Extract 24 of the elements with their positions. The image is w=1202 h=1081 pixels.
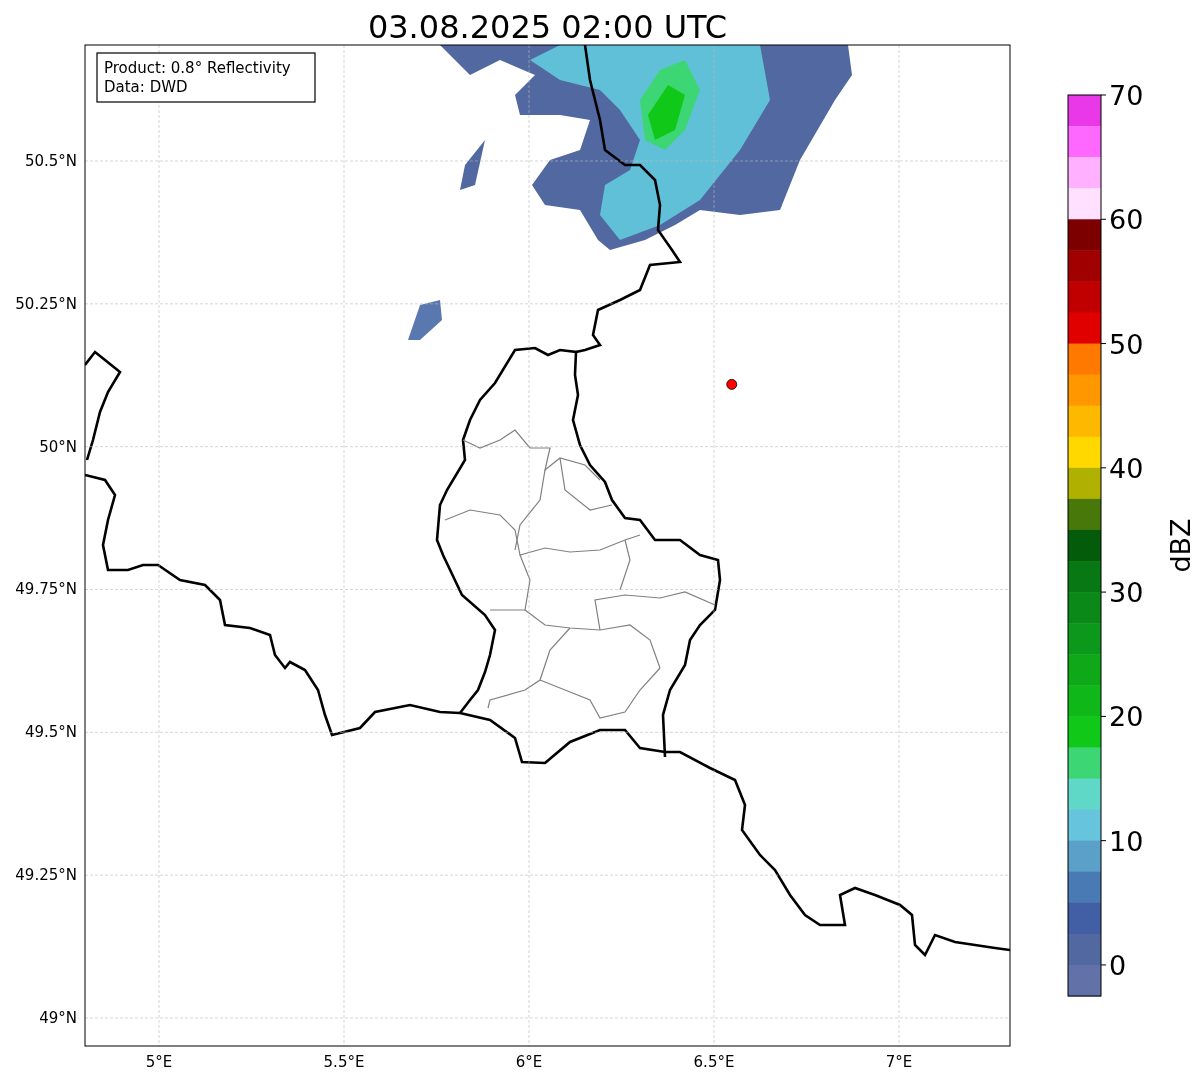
axis-tick-label: 50.5°N — [24, 152, 77, 170]
axis-tick-label: 50°N — [39, 437, 77, 456]
colorbar-tick-label: 30 — [1109, 577, 1144, 609]
colorbar-tick-label: 70 — [1109, 80, 1144, 111]
info-text: Data: DWD — [104, 78, 188, 96]
axis-tick-label: 5.5°E — [323, 1053, 365, 1071]
chart-title: 03.08.2025 02:00 UTC — [367, 8, 728, 46]
axis-tick-label: 49.25°N — [15, 866, 77, 885]
colorbar-tick-label: 60 — [1109, 204, 1144, 236]
axis-tick-label: 50.25°N — [15, 294, 77, 313]
axis-tick-label: 6°E — [515, 1053, 543, 1071]
axis-tick-label: 5°E — [145, 1053, 173, 1071]
axis-tick-label: 49.75°N — [15, 580, 77, 599]
colorbar-label: dBZ — [1165, 518, 1196, 573]
axis-tick-label: 49°N — [39, 1009, 77, 1027]
axis-tick-label: 7°E — [885, 1053, 913, 1071]
info-text: Product: 0.8° Reflectivity — [104, 59, 291, 77]
axis-tick-label: 49.5°N — [24, 723, 77, 742]
axis-tick-label: 6.5°E — [693, 1053, 735, 1071]
colorbar-tick-label: 40 — [1109, 452, 1144, 484]
colorbar-tick-label: 10 — [1109, 825, 1144, 857]
colorbar-tick-label: 0 — [1109, 949, 1127, 981]
colorbar-tick-label: 50 — [1109, 328, 1144, 360]
colorbar-tick-label: 20 — [1109, 701, 1144, 733]
